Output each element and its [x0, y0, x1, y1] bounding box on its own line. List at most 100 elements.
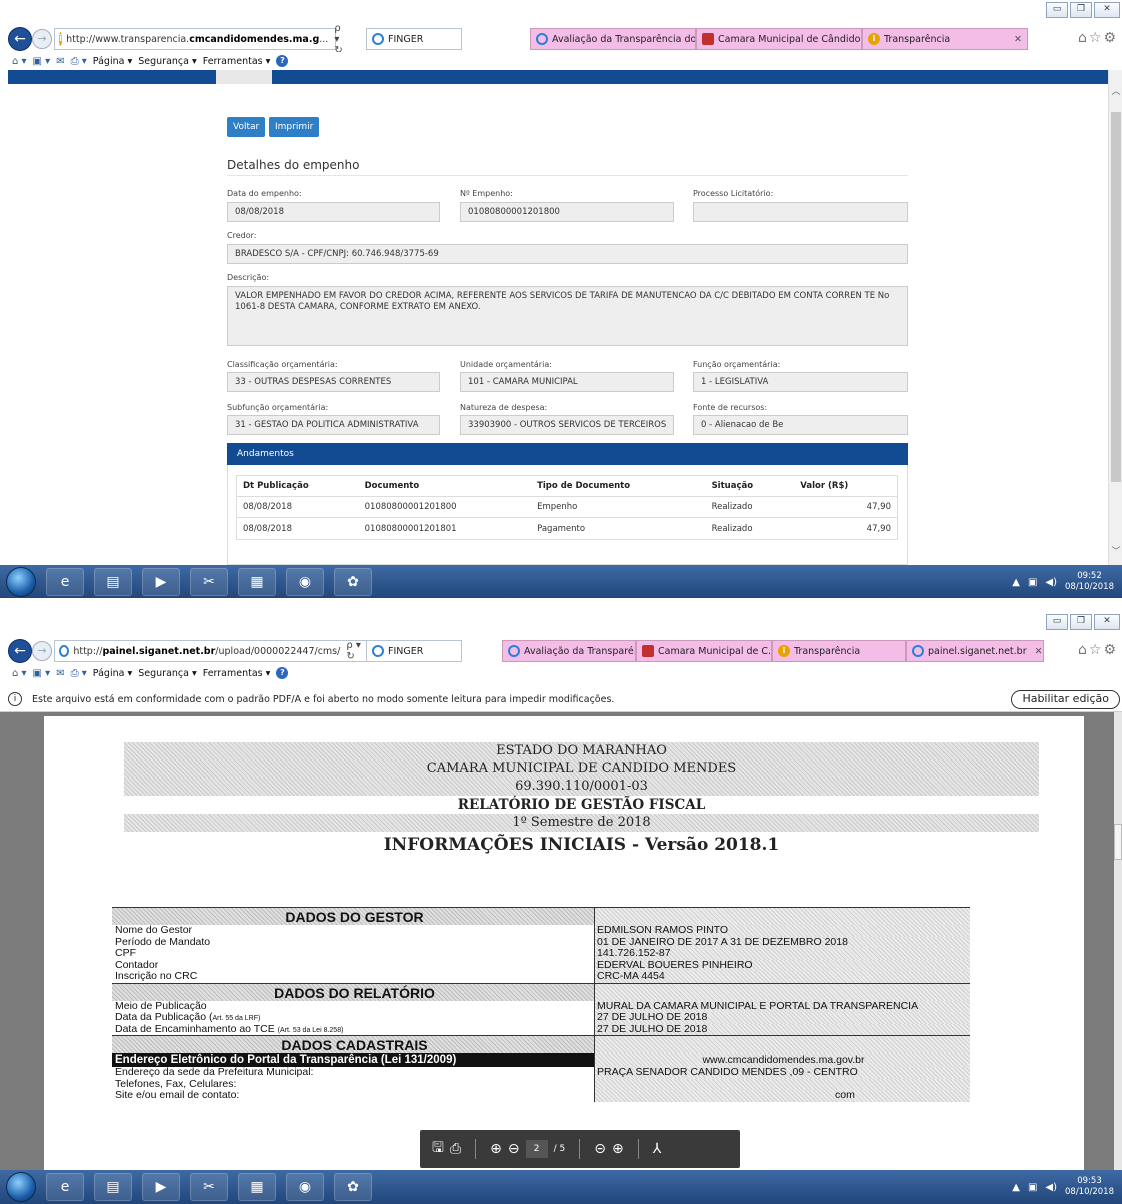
chrome-icon[interactable]: ◉ — [286, 1173, 324, 1201]
menu-pagina[interactable]: Página ▾ — [93, 56, 132, 67]
snipping-tool-icon[interactable]: ✂ — [190, 1173, 228, 1201]
search-refresh-icon[interactable]: ρ ▾ ↻ — [328, 23, 342, 56]
menu-seguranca[interactable]: Segurança ▾ — [138, 668, 197, 679]
document-icon[interactable]: ▦ — [238, 568, 276, 596]
network-icon[interactable]: ▣ — [1028, 577, 1037, 588]
restore-icon[interactable]: ❐ — [1070, 2, 1092, 18]
menu-seguranca[interactable]: Segurança ▾ — [138, 56, 197, 67]
menu-ferramentas[interactable]: Ferramentas ▾ — [203, 56, 271, 67]
document-icon[interactable]: ▦ — [238, 1173, 276, 1201]
minimize-icon[interactable]: ▭ — [1046, 2, 1068, 18]
address-bar[interactable]: i http://www.transparencia. cmcandidomend… — [54, 23, 343, 56]
acrobat-icon[interactable]: ⅄ — [653, 1141, 662, 1157]
volume-icon[interactable]: ◀) — [1045, 1182, 1057, 1193]
help-icon[interactable]: ? — [276, 55, 289, 67]
forward-arrow-icon[interactable]: → — [32, 29, 52, 49]
clock[interactable]: 09:53 08/10/2018 — [1065, 1176, 1114, 1198]
tab-camara[interactable]: Camara Municipal de Cândido... — [696, 28, 862, 50]
voltar-button[interactable]: Voltar — [227, 117, 266, 137]
tab-siganet[interactable]: painel.siganet.net.br ✕ — [906, 640, 1044, 662]
tray-expand-icon[interactable]: ▲ — [1012, 577, 1020, 588]
search-refresh-icon[interactable]: ρ ▾ ↻ — [340, 640, 367, 662]
volume-icon[interactable]: ◀) — [1045, 577, 1057, 588]
explorer-folder-icon[interactable]: ▤ — [94, 1173, 132, 1201]
tab-transparencia[interactable]: i Transparência — [772, 640, 906, 662]
start-orb-icon[interactable] — [6, 1172, 36, 1202]
page-number-input[interactable]: 2 — [525, 1140, 548, 1158]
tab-avaliacao[interactable]: Avaliação da Transparência do... — [530, 28, 696, 50]
save-icon[interactable]: 🖫 — [432, 1137, 444, 1161]
clock[interactable]: 09:52 08/10/2018 — [1065, 571, 1114, 593]
zoom-out-icon[interactable]: ⊝ — [594, 1141, 606, 1157]
print-icon[interactable]: ⎙ ▾ — [71, 668, 87, 679]
home-icon[interactable]: ⌂ ▾ — [12, 56, 27, 67]
home-icon[interactable]: ⌂ ▾ — [12, 668, 27, 679]
close-window-icon[interactable]: ✕ — [1094, 614, 1120, 630]
tray-expand-icon[interactable]: ▲ — [1012, 1182, 1020, 1193]
snipping-tool-icon[interactable]: ✂ — [190, 568, 228, 596]
ie-taskbar-icon[interactable]: e — [46, 568, 84, 596]
home-star-gear-icons[interactable]: ⌂☆⚙ — [1078, 30, 1118, 46]
doc-info-iniciais: INFORMAÇÕES INICIAIS - Versão 2018.1 — [124, 832, 1039, 858]
back-arrow-icon[interactable]: ← — [8, 27, 32, 51]
page-up-icon[interactable]: ⊕ — [490, 1141, 502, 1157]
media-player-icon[interactable]: ▶ — [142, 1173, 180, 1201]
num-empenho-label: Nº Empenho: — [460, 189, 513, 198]
tab-camara[interactable]: Camara Municipal de C... — [636, 640, 772, 662]
ie-taskbar-icon[interactable]: e — [46, 1173, 84, 1201]
media-player-icon[interactable]: ▶ — [142, 568, 180, 596]
tab-avaliacao[interactable]: Avaliação da Transparé... — [502, 640, 636, 662]
close-window-icon[interactable]: ✕ — [1094, 2, 1120, 18]
feeds-icon[interactable]: ▣ ▾ — [33, 668, 51, 679]
site-info-icon[interactable]: i — [59, 32, 63, 46]
screenshot-portal-empenho: ▭ ❐ ✕ ← → i http://www.transparencia. cmc… — [0, 0, 1122, 598]
menu-pagina[interactable]: Página ▾ — [93, 668, 132, 679]
pdf-scrollbar[interactable] — [1114, 712, 1122, 1170]
minimize-icon[interactable]: ▭ — [1046, 614, 1068, 630]
tab-transparencia[interactable]: i Transparência ✕ — [862, 28, 1028, 50]
start-orb-icon[interactable] — [6, 567, 36, 597]
table-row: CPF 141.726.152-87 — [112, 948, 970, 960]
back-arrow-icon[interactable]: ← — [8, 639, 32, 663]
home-star-gear-icons[interactable]: ⌂☆⚙ — [1078, 642, 1118, 658]
scroll-down-icon[interactable]: ﹀ — [1109, 544, 1122, 557]
explorer-folder-icon[interactable]: ▤ — [94, 568, 132, 596]
page-down-icon[interactable]: ⊖ — [508, 1141, 520, 1157]
address-suffix: /upload/0000022447/cms/ — [215, 645, 341, 657]
tab-finger[interactable]: FINGER — [366, 28, 462, 50]
pdf-side-pull-tab[interactable] — [1114, 824, 1122, 860]
restore-icon[interactable]: ❐ — [1070, 614, 1092, 630]
mail-icon[interactable]: ✉ — [56, 56, 64, 67]
vertical-scrollbar[interactable]: ︿ ﹀ — [1108, 70, 1122, 565]
table-row: Nome do Gestor EDMILSON RAMOS PINTO — [112, 925, 970, 937]
print-icon[interactable]: ⎙ ▾ — [71, 56, 87, 67]
habilitar-edicao-button[interactable]: Habilitar edição — [1011, 690, 1120, 709]
label-small: Art. 55 da LRF) — [212, 1015, 261, 1022]
scroll-thumb[interactable] — [1111, 112, 1121, 482]
cell-documento: 01080800001201801 — [364, 523, 457, 534]
network-icon[interactable]: ▣ — [1028, 1182, 1037, 1193]
app-icon[interactable]: ✿ — [334, 1173, 372, 1201]
print-icon[interactable]: ⎙ — [450, 1141, 461, 1157]
address-bar[interactable]: http://painel.siganet.net.br/upload/0000… — [54, 640, 372, 662]
menu-ferramentas[interactable]: Ferramentas ▾ — [203, 668, 271, 679]
title-bar: ▭ ❐ ✕ — [0, 612, 1122, 638]
dados-grid: DADOS DO GESTOR Nome do Gestor EDMILSON R… — [112, 907, 970, 1102]
fonte-label: Fonte de recursos: — [693, 403, 768, 412]
close-tab-icon[interactable]: ✕ — [1027, 646, 1043, 657]
feeds-icon[interactable]: ▣ ▾ — [33, 56, 51, 67]
forward-arrow-icon[interactable]: → — [32, 641, 52, 661]
scroll-up-icon[interactable]: ︿ — [1109, 84, 1122, 97]
close-tab-icon[interactable]: ✕ — [1006, 34, 1022, 45]
clock-date: 08/10/2018 — [1065, 1187, 1114, 1197]
app-icon[interactable]: ✿ — [334, 568, 372, 596]
chrome-icon[interactable]: ◉ — [286, 568, 324, 596]
imprimir-button[interactable]: Imprimir — [269, 117, 320, 137]
address-prefix: http://www.transparencia. — [66, 33, 190, 45]
help-icon[interactable]: ? — [276, 667, 289, 679]
tab-finger[interactable]: FINGER — [366, 640, 462, 662]
mail-icon[interactable]: ✉ — [56, 668, 64, 679]
pdf-viewer: ESTADO DO MARANHAO CAMARA MUNICIPAL DE C… — [0, 712, 1122, 1170]
zoom-in-icon[interactable]: ⊕ — [612, 1141, 624, 1157]
label-text: Data de Encaminhamento ao TCE — [115, 1023, 278, 1035]
